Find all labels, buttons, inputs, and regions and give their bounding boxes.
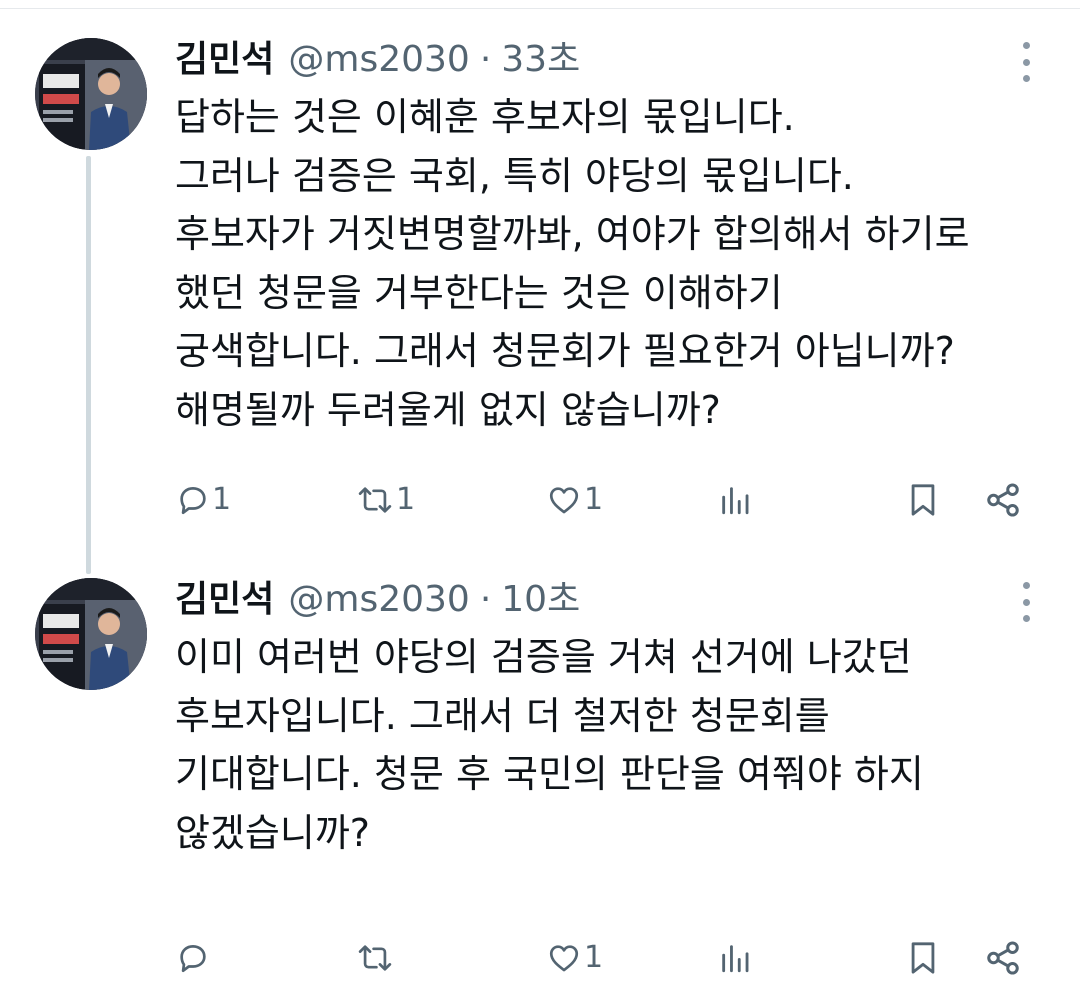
tweet-text: 답하는 것은 이혜훈 후보자의 몫입니다. 그러나 검증은 국회, 특히 야당의… [175, 88, 1055, 439]
tweet-header: 김민석 @ms2030 · 10초 [175, 578, 580, 622]
reply-button[interactable]: 1 [176, 476, 231, 524]
author-name[interactable]: 김민석 [175, 578, 274, 622]
views-icon [718, 483, 752, 517]
author-handle[interactable]: @ms2030 [288, 38, 469, 82]
reply-icon [176, 483, 210, 517]
tweet-text-line: 기대합니다. 청문 후 국민의 판단을 여쭤야 하지 [175, 752, 924, 796]
views-icon [718, 941, 752, 975]
like-count: 1 [584, 482, 604, 517]
bookmark-button[interactable] [906, 476, 940, 524]
separator-dot: · [479, 579, 492, 620]
retweet-button[interactable]: 1 [356, 476, 415, 524]
tweet-text-line: 했던 청문을 거부한다는 것은 이해하기 [175, 270, 783, 315]
retweet-icon [356, 483, 394, 517]
share-icon [984, 481, 1022, 519]
more-vertical-icon[interactable] [1014, 582, 1038, 622]
share-icon [984, 939, 1022, 977]
views-button[interactable] [718, 476, 752, 524]
timestamp[interactable]: 10초 [501, 578, 580, 622]
avatar[interactable] [35, 578, 147, 690]
avatar[interactable] [35, 38, 147, 150]
tweet-text-line: 후보자입니다. 그래서 더 철저한 청문회를 [175, 693, 830, 738]
tweet-text-line: 이미 여러번 야당의 검증을 거쳐 선거에 나갔던 [175, 635, 912, 679]
author-name[interactable]: 김민석 [175, 38, 274, 82]
tweet-actions: 1 1 1 [0, 476, 1080, 524]
tweet-text-line: 궁색합니다. 그래서 청문회가 필요한거 아닙니까? [175, 329, 955, 373]
tweet-actions: 1 [0, 934, 1080, 982]
tweet-text: 이미 여러번 야당의 검증을 거쳐 선거에 나갔던 후보자입니다. 그래서 더 … [175, 628, 1055, 862]
reply-icon [176, 941, 210, 975]
tweet-text-line: 그러나 검증은 국회, 특히 야당의 몫입니다. [175, 153, 854, 198]
retweet-count: 1 [396, 482, 416, 517]
tweet-text-line: 후보자가 거짓변명할까봐, 여야가 합의해서 하기로 [175, 212, 970, 256]
heart-icon [546, 483, 582, 517]
like-button[interactable]: 1 [546, 934, 603, 982]
reply-button[interactable] [176, 934, 212, 982]
like-count: 1 [584, 940, 604, 975]
separator-dot: · [479, 39, 492, 80]
author-handle[interactable]: @ms2030 [288, 578, 469, 622]
bookmark-icon [906, 481, 940, 519]
top-divider [0, 8, 1080, 9]
share-button[interactable] [984, 476, 1022, 524]
tweet-text-line: 않겠습니까? [175, 810, 370, 855]
tweet-text-line: 답하는 것은 이혜훈 후보자의 몫입니다. [175, 95, 795, 139]
timestamp[interactable]: 33초 [501, 38, 580, 82]
retweet-icon [356, 941, 394, 975]
more-vertical-icon[interactable] [1014, 42, 1038, 82]
views-button[interactable] [718, 934, 752, 982]
tweet-header: 김민석 @ms2030 · 33초 [175, 38, 580, 82]
tweet-text-line: 해명될까 두려울게 없지 않습니까? [175, 387, 721, 432]
bookmark-button[interactable] [906, 934, 940, 982]
share-button[interactable] [984, 934, 1022, 982]
retweet-button[interactable] [356, 934, 396, 982]
bookmark-icon [906, 939, 940, 977]
reply-count: 1 [212, 482, 232, 517]
like-button[interactable]: 1 [546, 476, 603, 524]
heart-icon [546, 941, 582, 975]
